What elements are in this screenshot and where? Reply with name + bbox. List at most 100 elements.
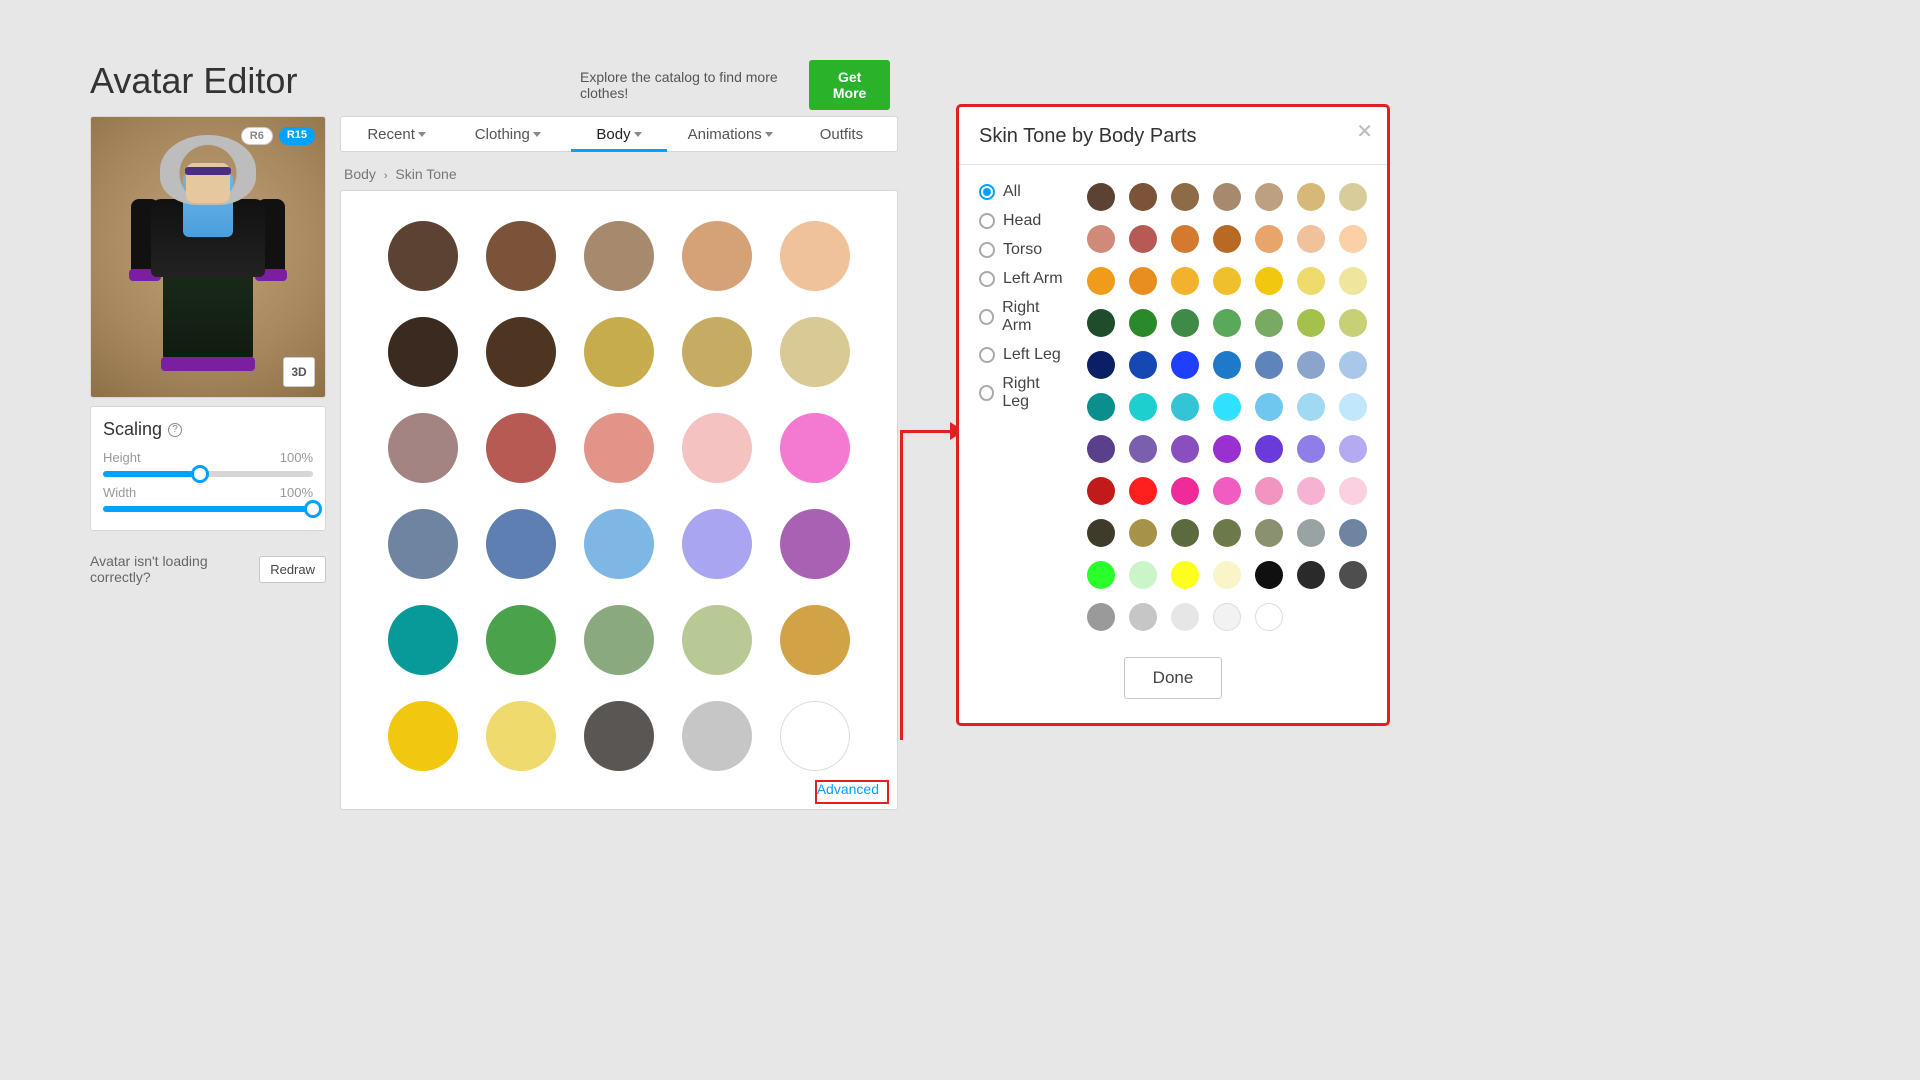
mini-skin-swatch[interactable]: [1129, 519, 1157, 547]
mini-skin-swatch[interactable]: [1255, 603, 1283, 631]
mini-skin-swatch[interactable]: [1255, 225, 1283, 253]
done-button[interactable]: Done: [1124, 657, 1223, 699]
body-part-radio-right-leg[interactable]: Right Leg: [979, 375, 1067, 411]
width-slider[interactable]: [103, 506, 313, 512]
mini-skin-swatch[interactable]: [1171, 309, 1199, 337]
skin-swatch[interactable]: [584, 317, 654, 387]
mini-skin-swatch[interactable]: [1297, 351, 1325, 379]
get-more-button[interactable]: Get More: [809, 60, 890, 110]
skin-swatch[interactable]: [682, 605, 752, 675]
skin-swatch[interactable]: [780, 221, 850, 291]
skin-swatch[interactable]: [388, 317, 458, 387]
mini-skin-swatch[interactable]: [1255, 393, 1283, 421]
skin-swatch[interactable]: [682, 701, 752, 771]
mini-skin-swatch[interactable]: [1213, 519, 1241, 547]
mini-skin-swatch[interactable]: [1255, 309, 1283, 337]
skin-swatch[interactable]: [780, 701, 850, 771]
mini-skin-swatch[interactable]: [1339, 393, 1367, 421]
mini-skin-swatch[interactable]: [1255, 183, 1283, 211]
mini-skin-swatch[interactable]: [1171, 225, 1199, 253]
mini-skin-swatch[interactable]: [1255, 561, 1283, 589]
skin-swatch[interactable]: [486, 701, 556, 771]
toggle-3d-button[interactable]: 3D: [283, 357, 315, 387]
mini-skin-swatch[interactable]: [1129, 477, 1157, 505]
mini-skin-swatch[interactable]: [1339, 267, 1367, 295]
mini-skin-swatch[interactable]: [1339, 351, 1367, 379]
tab-outfits[interactable]: Outfits: [786, 117, 897, 151]
mini-skin-swatch[interactable]: [1213, 393, 1241, 421]
skin-swatch[interactable]: [388, 701, 458, 771]
advanced-link[interactable]: Advanced: [813, 779, 883, 799]
skin-swatch[interactable]: [388, 605, 458, 675]
mini-skin-swatch[interactable]: [1255, 267, 1283, 295]
mini-skin-swatch[interactable]: [1339, 225, 1367, 253]
skin-swatch[interactable]: [780, 509, 850, 579]
mini-skin-swatch[interactable]: [1213, 561, 1241, 589]
mini-skin-swatch[interactable]: [1171, 393, 1199, 421]
mini-skin-swatch[interactable]: [1087, 309, 1115, 337]
mini-skin-swatch[interactable]: [1171, 603, 1199, 631]
mini-skin-swatch[interactable]: [1255, 435, 1283, 463]
mini-skin-swatch[interactable]: [1171, 519, 1199, 547]
mini-skin-swatch[interactable]: [1171, 435, 1199, 463]
skin-swatch[interactable]: [486, 317, 556, 387]
skin-swatch[interactable]: [388, 509, 458, 579]
close-icon[interactable]: ✕: [1356, 119, 1373, 144]
mini-skin-swatch[interactable]: [1297, 519, 1325, 547]
redraw-button[interactable]: Redraw: [259, 556, 326, 583]
mini-skin-swatch[interactable]: [1171, 351, 1199, 379]
mini-skin-swatch[interactable]: [1255, 351, 1283, 379]
mini-skin-swatch[interactable]: [1255, 519, 1283, 547]
skin-swatch[interactable]: [584, 701, 654, 771]
mini-skin-swatch[interactable]: [1087, 519, 1115, 547]
help-icon[interactable]: ?: [168, 423, 182, 437]
mini-skin-swatch[interactable]: [1213, 309, 1241, 337]
tab-recent[interactable]: Recent: [341, 117, 452, 151]
mini-skin-swatch[interactable]: [1129, 309, 1157, 337]
skin-swatch[interactable]: [682, 221, 752, 291]
mini-skin-swatch[interactable]: [1171, 477, 1199, 505]
mini-skin-swatch[interactable]: [1129, 603, 1157, 631]
mini-skin-swatch[interactable]: [1297, 309, 1325, 337]
mini-skin-swatch[interactable]: [1297, 225, 1325, 253]
mini-skin-swatch[interactable]: [1339, 477, 1367, 505]
mini-skin-swatch[interactable]: [1129, 225, 1157, 253]
mini-skin-swatch[interactable]: [1297, 477, 1325, 505]
skin-swatch[interactable]: [682, 317, 752, 387]
mini-skin-swatch[interactable]: [1087, 225, 1115, 253]
tab-clothing[interactable]: Clothing: [452, 117, 563, 151]
skin-swatch[interactable]: [584, 605, 654, 675]
skin-swatch[interactable]: [682, 413, 752, 483]
mini-skin-swatch[interactable]: [1255, 477, 1283, 505]
mini-skin-swatch[interactable]: [1171, 267, 1199, 295]
mini-skin-swatch[interactable]: [1213, 351, 1241, 379]
mini-skin-swatch[interactable]: [1087, 267, 1115, 295]
mini-skin-swatch[interactable]: [1213, 183, 1241, 211]
mini-skin-swatch[interactable]: [1339, 561, 1367, 589]
mini-skin-swatch[interactable]: [1087, 603, 1115, 631]
mini-skin-swatch[interactable]: [1129, 561, 1157, 589]
mini-skin-swatch[interactable]: [1171, 183, 1199, 211]
mini-skin-swatch[interactable]: [1171, 561, 1199, 589]
body-part-radio-right-arm[interactable]: Right Arm: [979, 299, 1067, 335]
skin-swatch[interactable]: [584, 221, 654, 291]
mini-skin-swatch[interactable]: [1129, 393, 1157, 421]
height-slider-thumb[interactable]: [191, 465, 209, 483]
mini-skin-swatch[interactable]: [1129, 351, 1157, 379]
mini-skin-swatch[interactable]: [1339, 309, 1367, 337]
width-slider-thumb[interactable]: [304, 500, 322, 518]
mini-skin-swatch[interactable]: [1129, 183, 1157, 211]
mini-skin-swatch[interactable]: [1129, 435, 1157, 463]
rig-r15-chip[interactable]: R15: [279, 127, 315, 145]
skin-swatch[interactable]: [388, 221, 458, 291]
mini-skin-swatch[interactable]: [1087, 435, 1115, 463]
skin-swatch[interactable]: [584, 509, 654, 579]
breadcrumb-parent[interactable]: Body: [344, 166, 376, 182]
tab-animations[interactable]: Animations: [675, 117, 786, 151]
mini-skin-swatch[interactable]: [1087, 477, 1115, 505]
mini-skin-swatch[interactable]: [1297, 267, 1325, 295]
mini-skin-swatch[interactable]: [1297, 393, 1325, 421]
height-slider[interactable]: [103, 471, 313, 477]
body-part-radio-head[interactable]: Head: [979, 212, 1067, 230]
skin-swatch[interactable]: [780, 317, 850, 387]
